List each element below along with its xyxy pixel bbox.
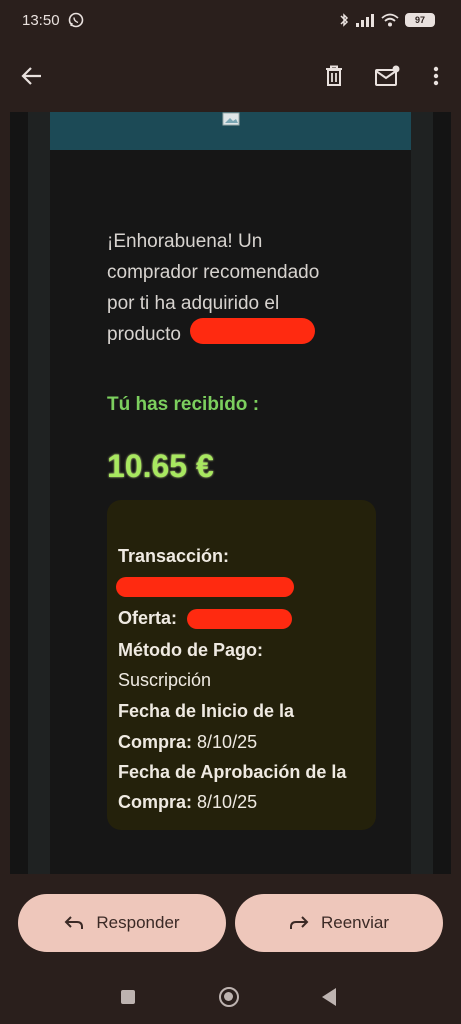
email-margin-left (28, 112, 50, 874)
reply-button[interactable]: Responder (18, 894, 226, 952)
payment-method-label: Método de Pago: (118, 640, 263, 660)
received-amount: 10.65 € (107, 448, 214, 484)
broken-image-icon (222, 112, 240, 126)
transaction-label: Transacción: (118, 546, 230, 566)
signal-icon (356, 14, 374, 27)
whatsapp-notification-icon (68, 12, 84, 28)
start-date-label: Fecha de Inicio de la (118, 701, 295, 721)
reply-icon (64, 916, 84, 929)
start-date-value: 8/10/25 (197, 732, 258, 752)
forward-button[interactable]: Reenviar (235, 894, 443, 952)
status-bar: 13:50 97 (0, 0, 461, 42)
status-icons: 97 (339, 11, 435, 29)
start-date-line: Compra: 8/10/25 (118, 732, 258, 752)
approval-date-line: Compra: 8/10/25 (118, 792, 258, 812)
home-button[interactable] (219, 987, 239, 1007)
congrats-line-2: comprador recomendado (107, 262, 320, 283)
delete-icon[interactable] (316, 58, 352, 94)
redaction-transaction-id (116, 577, 294, 597)
payment-method-value: Suscripción (118, 670, 212, 690)
battery-icon: 97 (405, 13, 435, 27)
status-time: 13:50 (22, 12, 60, 29)
redaction-offer (187, 609, 292, 629)
forward-icon (289, 916, 309, 929)
back-button[interactable] (322, 988, 336, 1006)
app-bar (0, 42, 461, 110)
reply-label: Responder (96, 913, 180, 932)
gmail-email-screen: 13:50 97 ¡Enhorabuena! Un comprador reco… (0, 0, 461, 1024)
approval-date-value: 8/10/25 (197, 792, 258, 812)
more-options-icon[interactable] (418, 58, 454, 94)
congrats-line-3: por ti ha adquirido el (107, 293, 280, 314)
congrats-line-1: ¡Enhorabuena! Un (107, 231, 263, 252)
wifi-icon (381, 13, 399, 27)
received-label: Tú has recibido : (107, 394, 260, 415)
forward-label: Reenviar (320, 913, 390, 932)
approval-date-label: Fecha de Aprobación de la (118, 762, 347, 782)
recents-button[interactable] (121, 990, 135, 1004)
email-margin-right (411, 112, 433, 874)
back-arrow-icon[interactable] (14, 58, 50, 94)
mark-unread-icon[interactable] (369, 58, 405, 94)
redaction-product-name (190, 318, 315, 344)
bluetooth-icon (340, 13, 349, 27)
offer-label: Oferta: (118, 608, 178, 628)
